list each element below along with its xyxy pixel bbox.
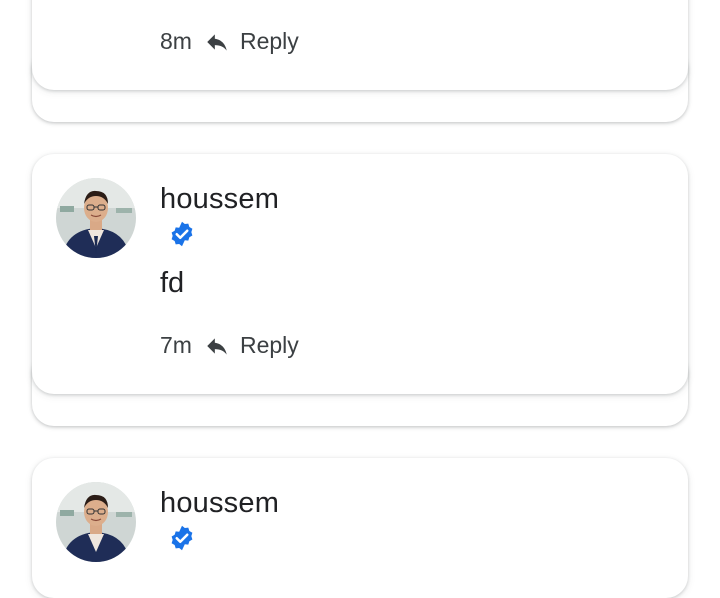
verified-badge-icon <box>171 221 193 247</box>
comment-timestamp: 8m <box>160 28 192 54</box>
comment-card: houssem <box>32 458 688 598</box>
reply-icon <box>207 337 227 355</box>
comment-timestamp: 7m <box>160 332 192 358</box>
comment-username[interactable]: houssem <box>160 486 279 520</box>
reply-icon <box>207 33 227 51</box>
comment-text: fd <box>160 267 185 299</box>
comment-meta: 8m Reply <box>160 28 299 55</box>
verified-badge-icon <box>171 525 193 551</box>
reply-button[interactable]: Reply <box>240 28 299 55</box>
comment-card: 8m Reply <box>32 0 688 90</box>
comment-card: houssem fd 7m Reply <box>32 154 688 394</box>
user-avatar[interactable] <box>56 178 136 258</box>
comment-meta: 7m Reply <box>160 332 299 359</box>
comment-username[interactable]: houssem <box>160 182 279 216</box>
reply-button[interactable]: Reply <box>240 332 299 359</box>
user-avatar[interactable] <box>56 482 136 562</box>
